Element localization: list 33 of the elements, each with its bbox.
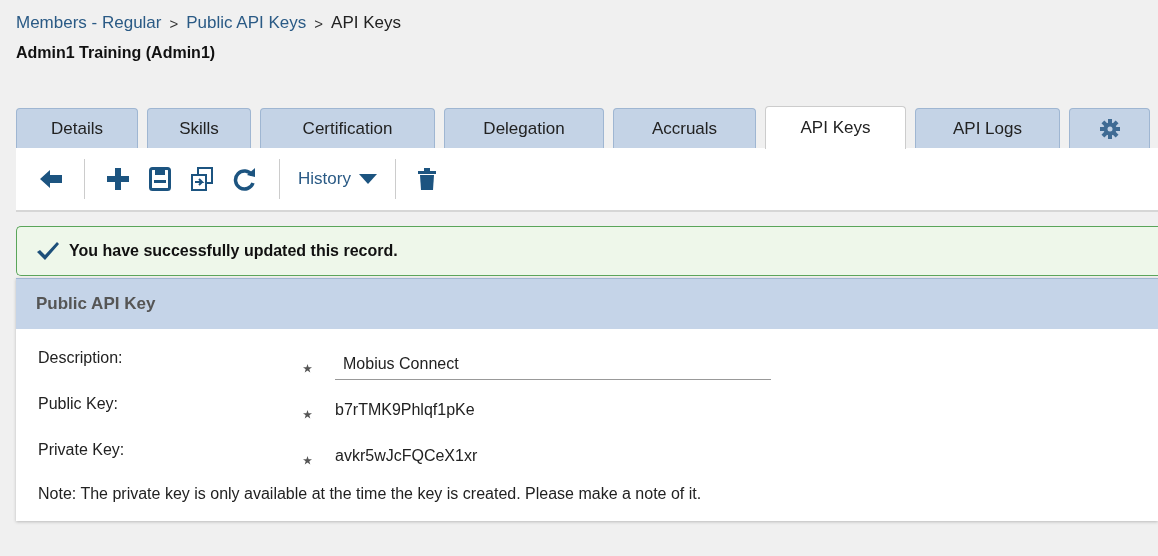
breadcrumb-separator: > (169, 14, 179, 32)
checkmark-icon (37, 242, 59, 260)
breadcrumb-link[interactable]: Public API Keys (186, 13, 307, 33)
field-value: b7rTMK9Phlqf1pKe (335, 401, 476, 419)
settings-icon (1099, 118, 1120, 139)
member-title: Admin1 Training (Admin1) (16, 44, 217, 63)
back-arrow-icon (40, 169, 62, 189)
breadcrumb-separator: > (314, 14, 324, 32)
field-value: avkr5wJcFQCeX1xr (335, 447, 479, 465)
tab[interactable]: API Logs (915, 108, 1060, 148)
save-icon (149, 167, 171, 191)
tab[interactable]: Delegation (444, 108, 604, 148)
breadcrumb-current: API Keys (331, 13, 401, 33)
history-dropdown[interactable]: History (292, 159, 383, 199)
description-input[interactable]: Mobius Connect (335, 348, 771, 380)
tab[interactable]: Skills (147, 108, 251, 148)
tab[interactable]: Accruals (613, 108, 756, 148)
field-label: Private Key: (38, 440, 126, 459)
panel-title: Public API Key (36, 294, 156, 314)
tab[interactable]: Certification (260, 108, 435, 148)
caret-icon (358, 174, 377, 184)
trash-icon (417, 168, 436, 190)
tab[interactable]: API Keys (765, 106, 906, 149)
note-text: Note: The private key is only available at the time the key is created. Please make a note of it. (38, 485, 703, 503)
add-icon (107, 168, 129, 190)
field-label: Description: (38, 348, 124, 367)
settings-tab[interactable] (1069, 108, 1150, 148)
copy-save-icon (191, 167, 213, 191)
breadcrumb-link[interactable]: Members - Regular (16, 13, 162, 33)
field-label: Public Key: (38, 394, 120, 413)
alert-message: You have successfully updated this record. (69, 242, 398, 260)
tab[interactable]: Details (16, 108, 138, 148)
refresh-icon (233, 167, 257, 191)
